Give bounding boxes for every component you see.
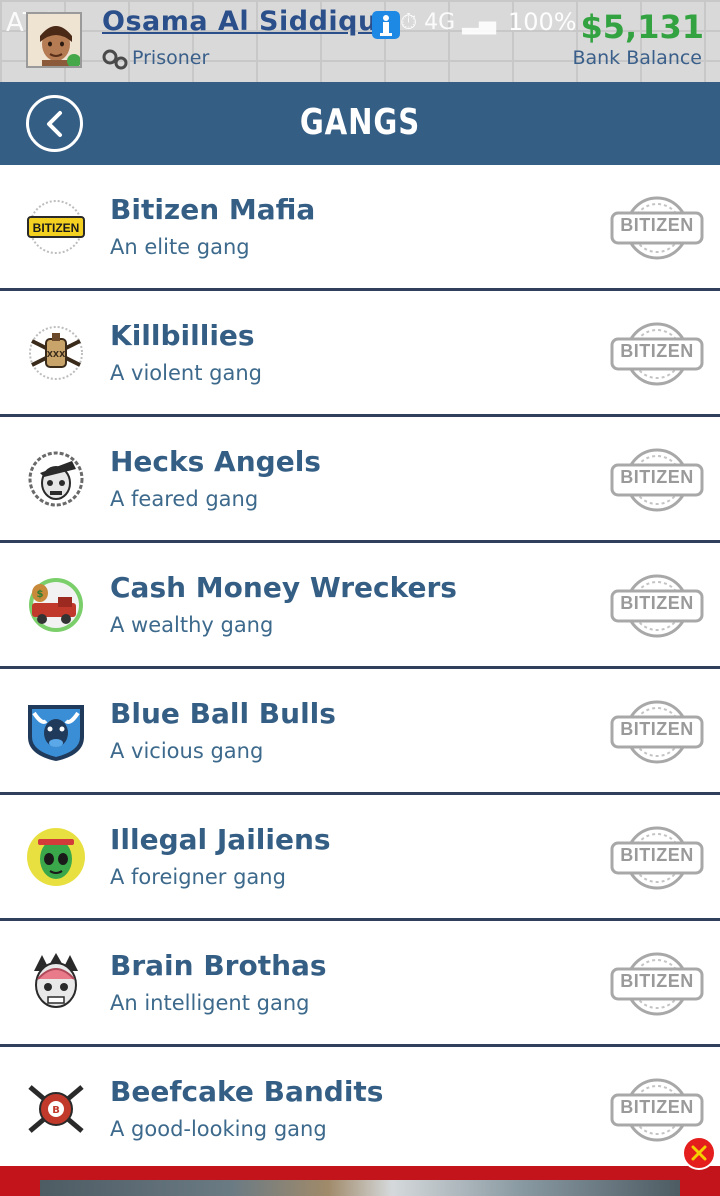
badge-label: BITIZEN [620, 467, 694, 487]
svg-text:B: B [52, 1105, 60, 1116]
bitizen-badge-icon: BITIZEN [610, 825, 704, 891]
badge-label: BITIZEN [620, 971, 694, 991]
gang-name: Hecks Angels [110, 445, 321, 478]
info-icon[interactable] [371, 10, 401, 40]
gang-description: An intelligent gang [110, 991, 310, 1015]
avatar[interactable] [26, 12, 82, 68]
gang-description: A feared gang [110, 487, 259, 511]
bank-balance-amount: $5,131 [580, 8, 704, 46]
gang-list: BITIZEN Bitizen Mafia An elite gang BITI… [0, 165, 720, 1173]
page-title: GANGS [299, 102, 421, 143]
gang-row-blue-ball-bulls[interactable]: Blue Ball Bulls A vicious gang BITIZEN [0, 669, 720, 795]
gang-name: Illegal Jailiens [110, 823, 331, 856]
badge-label: BITIZEN [620, 593, 694, 613]
svg-text:XXX: XXX [47, 350, 66, 359]
player-name[interactable]: Osama Al Siddique [102, 6, 397, 37]
gang-name: Killbillies [110, 319, 255, 352]
close-icon [691, 1145, 707, 1161]
gang-description: A vicious gang [110, 739, 264, 763]
gang-row-brain-brothas[interactable]: Brain Brothas An intelligent gang BITIZE… [0, 921, 720, 1047]
bitizen-badge-icon: BITIZEN [610, 1077, 704, 1143]
bitizen-badge-icon: BITIZEN [610, 699, 704, 765]
bitizen-badge-icon: BITIZEN [610, 573, 704, 639]
gang-name: Cash Money Wreckers [110, 571, 457, 604]
bitizen-badge-icon: BITIZEN [610, 195, 704, 261]
ad-image[interactable] [40, 1180, 680, 1196]
cash-money-wreckers-logo-icon: $ [24, 573, 88, 637]
beefcake-bandits-logo-icon: B [24, 1077, 88, 1141]
gang-row-illegal-jailiens[interactable]: Illegal Jailiens A foreigner gang BITIZE… [0, 795, 720, 921]
badge-label: BITIZEN [620, 719, 694, 739]
killbillies-logo-icon: XXX [24, 321, 88, 385]
gang-name: Beefcake Bandits [110, 1075, 384, 1108]
player-rank: Prisoner [132, 47, 210, 69]
gang-row-bitizen-mafia[interactable]: BITIZEN Bitizen Mafia An elite gang BITI… [0, 165, 720, 291]
blue-ball-bulls-logo-icon [24, 699, 88, 763]
status-battery: 100% [508, 8, 577, 36]
gang-description: A violent gang [110, 361, 262, 385]
badge-label: BITIZEN [620, 845, 694, 865]
hecks-angels-logo-icon [24, 447, 88, 511]
illegal-jailiens-logo-icon [24, 825, 88, 889]
svg-text:BITIZEN: BITIZEN [33, 221, 80, 235]
brain-brothas-logo-icon [24, 951, 88, 1015]
bitizen-badge-icon: BITIZEN [610, 951, 704, 1017]
gang-description: An elite gang [110, 235, 250, 259]
bank-balance-label: Bank Balance [572, 47, 702, 69]
title-bar: GANGS [0, 82, 720, 165]
gang-name: Blue Ball Bulls [110, 697, 336, 730]
gang-row-hecks-angels[interactable]: Hecks Angels A feared gang BITIZEN [0, 417, 720, 543]
gang-description: A good-looking gang [110, 1117, 327, 1141]
gang-name: Brain Brothas [110, 949, 327, 982]
svg-text:$: $ [37, 589, 44, 600]
bitizen-badge-icon: BITIZEN [610, 321, 704, 387]
handcuffs-icon [102, 48, 128, 70]
badge-label: BITIZEN [620, 215, 694, 235]
gang-row-killbillies[interactable]: XXX Killbillies A violent gang BITIZEN [0, 291, 720, 417]
bitizen-mafia-logo-icon: BITIZEN [24, 195, 88, 259]
gang-description: A wealthy gang [110, 613, 274, 637]
gang-description: A foreigner gang [110, 865, 286, 889]
gang-name: Bitizen Mafia [110, 193, 316, 226]
close-ad-button[interactable] [682, 1136, 716, 1170]
bitizen-badge-icon: BITIZEN [610, 447, 704, 513]
top-bar: AT&T ⏱ 4G ▂▄ 100% Osama Al Siddique [0, 0, 720, 82]
gang-row-beefcake-bandits[interactable]: B Beefcake Bandits A good-looking gang B… [0, 1047, 720, 1173]
avatar-portrait-icon [28, 14, 80, 66]
status-icons: ⏱ 4G ▂▄ [400, 10, 497, 35]
badge-label: BITIZEN [620, 1097, 694, 1117]
badge-label: BITIZEN [620, 341, 694, 361]
gang-row-cash-money-wreckers[interactable]: $ Cash Money Wreckers A wealthy gang BIT… [0, 543, 720, 669]
